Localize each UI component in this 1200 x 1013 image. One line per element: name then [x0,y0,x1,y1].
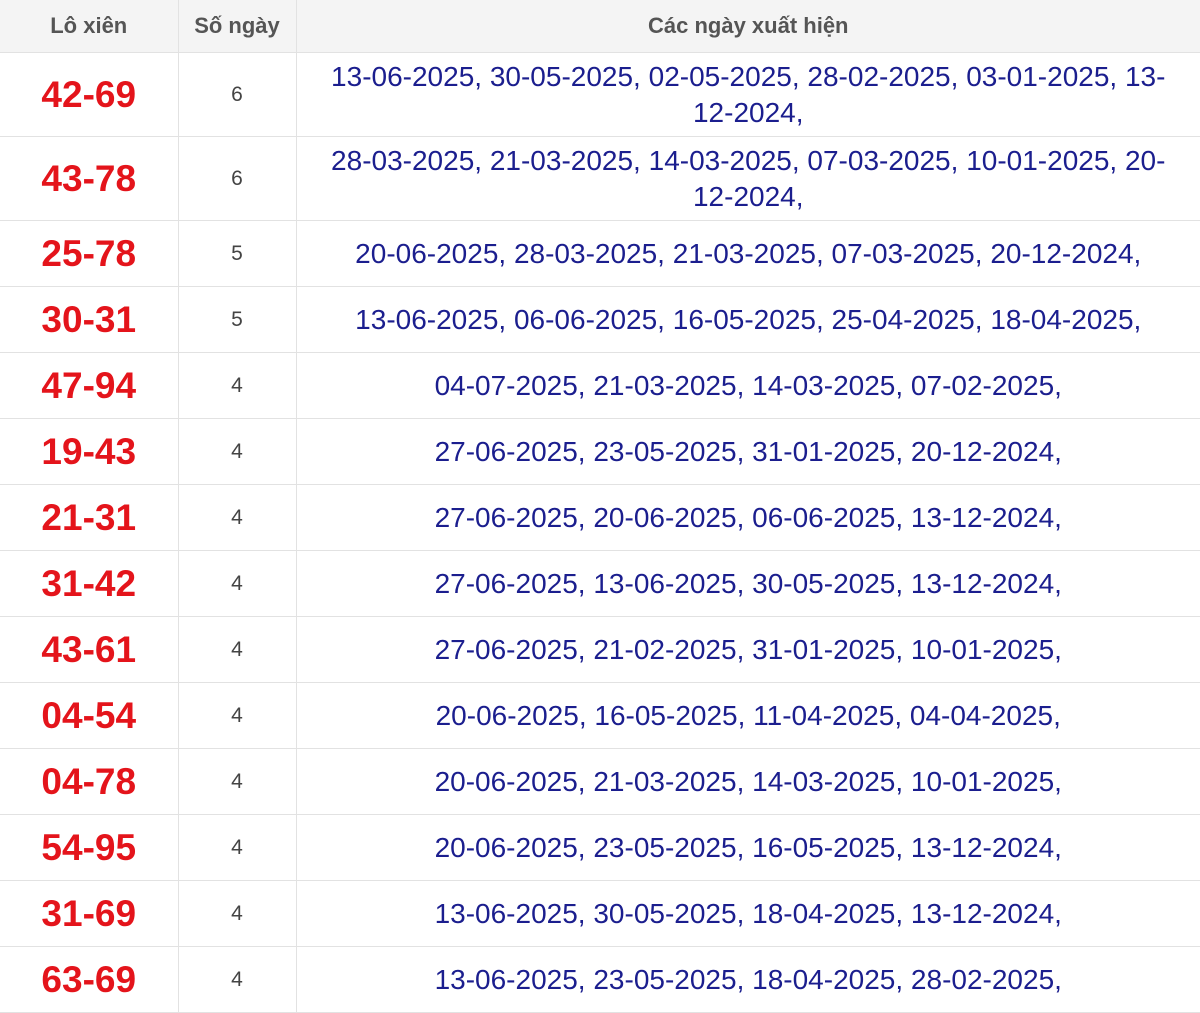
table-body: 42-69 6 13-06-2025, 30-05-2025, 02-05-20… [0,52,1200,1013]
count-cell: 4 [178,880,297,947]
table-row: 04-78 4 20-06-2025, 21-03-2025, 14-03-20… [0,748,1200,815]
dates-cell: 13-06-2025, 06-06-2025, 16-05-2025, 25-0… [296,286,1200,353]
table-row: 31-69 4 13-06-2025, 30-05-2025, 18-04-20… [0,880,1200,947]
count-cell: 4 [178,550,297,617]
header-row: Lô xiên Số ngày Các ngày xuất hiện [0,0,1200,53]
table-row: 19-43 4 27-06-2025, 23-05-2025, 31-01-20… [0,418,1200,485]
pair-cell: 63-69 [0,946,179,1013]
table-row: 31-42 4 27-06-2025, 13-06-2025, 30-05-20… [0,550,1200,617]
table-row: 43-61 4 27-06-2025, 21-02-2025, 31-01-20… [0,616,1200,683]
dates-cell: 13-06-2025, 30-05-2025, 18-04-2025, 13-1… [296,880,1200,947]
count-cell: 4 [178,946,297,1013]
dates-cell: 20-06-2025, 16-05-2025, 11-04-2025, 04-0… [296,682,1200,749]
pair-cell: 43-61 [0,616,179,683]
table-row: 30-31 5 13-06-2025, 06-06-2025, 16-05-20… [0,286,1200,353]
dates-cell: 27-06-2025, 13-06-2025, 30-05-2025, 13-1… [296,550,1200,617]
table-row: 21-31 4 27-06-2025, 20-06-2025, 06-06-20… [0,484,1200,551]
count-cell: 4 [178,748,297,815]
pair-cell: 42-69 [0,52,179,137]
header-count: Số ngày [178,0,297,53]
count-cell: 4 [178,616,297,683]
header-pair: Lô xiên [0,0,179,53]
pair-cell: 30-31 [0,286,179,353]
dates-cell: 20-06-2025, 23-05-2025, 16-05-2025, 13-1… [296,814,1200,881]
table-row: 04-54 4 20-06-2025, 16-05-2025, 11-04-20… [0,682,1200,749]
pair-cell: 19-43 [0,418,179,485]
pair-cell: 04-78 [0,748,179,815]
dates-cell: 27-06-2025, 23-05-2025, 31-01-2025, 20-1… [296,418,1200,485]
dates-cell: 13-06-2025, 30-05-2025, 02-05-2025, 28-0… [296,52,1200,137]
count-cell: 5 [178,286,297,353]
dates-cell: 13-06-2025, 23-05-2025, 18-04-2025, 28-0… [296,946,1200,1013]
table-row: 54-95 4 20-06-2025, 23-05-2025, 16-05-20… [0,814,1200,881]
count-cell: 6 [178,52,297,137]
count-cell: 4 [178,352,297,419]
pair-cell: 47-94 [0,352,179,419]
dates-cell: 04-07-2025, 21-03-2025, 14-03-2025, 07-0… [296,352,1200,419]
count-cell: 4 [178,484,297,551]
count-cell: 5 [178,220,297,287]
pair-cell: 54-95 [0,814,179,881]
header-dates: Các ngày xuất hiện [296,0,1200,53]
lo-xien-table: Lô xiên Số ngày Các ngày xuất hiện 42-69… [0,0,1200,1013]
count-cell: 4 [178,418,297,485]
pair-cell: 31-42 [0,550,179,617]
pair-cell: 04-54 [0,682,179,749]
dates-cell: 27-06-2025, 20-06-2025, 06-06-2025, 13-1… [296,484,1200,551]
pair-cell: 21-31 [0,484,179,551]
table-row: 42-69 6 13-06-2025, 30-05-2025, 02-05-20… [0,52,1200,137]
table-row: 63-69 4 13-06-2025, 23-05-2025, 18-04-20… [0,946,1200,1013]
pair-cell: 43-78 [0,136,179,221]
dates-cell: 20-06-2025, 28-03-2025, 21-03-2025, 07-0… [296,220,1200,287]
count-cell: 6 [178,136,297,221]
table-header: Lô xiên Số ngày Các ngày xuất hiện [0,0,1200,53]
table-row: 25-78 5 20-06-2025, 28-03-2025, 21-03-20… [0,220,1200,287]
count-cell: 4 [178,814,297,881]
pair-cell: 31-69 [0,880,179,947]
dates-cell: 20-06-2025, 21-03-2025, 14-03-2025, 10-0… [296,748,1200,815]
dates-cell: 27-06-2025, 21-02-2025, 31-01-2025, 10-0… [296,616,1200,683]
count-cell: 4 [178,682,297,749]
table-row: 43-78 6 28-03-2025, 21-03-2025, 14-03-20… [0,136,1200,221]
table-row: 47-94 4 04-07-2025, 21-03-2025, 14-03-20… [0,352,1200,419]
dates-cell: 28-03-2025, 21-03-2025, 14-03-2025, 07-0… [296,136,1200,221]
pair-cell: 25-78 [0,220,179,287]
